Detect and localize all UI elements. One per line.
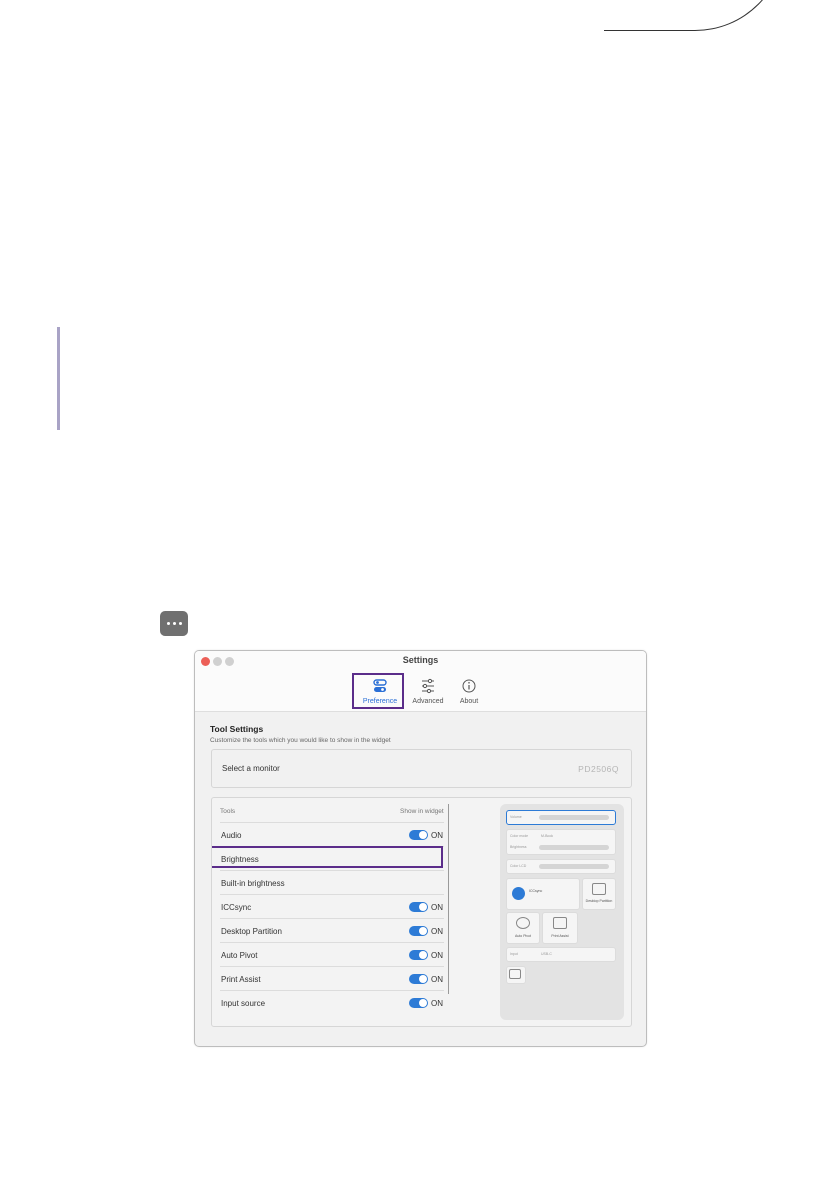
monitor-select[interactable]: Select a monitor PD2506Q [211,749,632,788]
tools-scrollbar[interactable] [448,804,449,994]
toggle-state-label: ON [431,951,443,960]
show-in-widget-toggle[interactable] [409,974,428,984]
show-in-widget-toggle[interactable] [409,830,428,840]
toggle-state-label: ON [431,975,443,984]
tool-row: Print Assist ON [220,966,444,991]
preview-extra-card [506,966,526,984]
dot-icon [166,622,170,625]
iccsync-icon [512,887,525,900]
sidebar-accent-line [57,327,60,430]
brightness-callout-highlight [212,846,443,868]
tab-callout-highlight [352,673,404,709]
preview-desktop-partition-card: Desktop Partition [582,878,616,910]
monitor-select-value: PD2506Q [578,764,619,774]
toggle-knob [419,903,427,911]
tool-name: Built-in brightness [221,879,285,888]
print-assist-icon [553,917,567,929]
toggle-state-label: ON [431,831,443,840]
preview-volume-card: Volume [506,810,616,825]
preview-iccsync-card: ICCsync [506,878,580,910]
preview-auto-pivot-label: Auto Pivot [515,934,531,938]
window-icon [509,969,521,979]
preview-color-mode-card: Color mode M-Book Brightness [506,829,616,855]
page-binding-arc [604,0,785,31]
preview-color-mode-value: M-Book [541,834,554,838]
monitor-select-label: Select a monitor [222,764,280,773]
preview-iccsync-label: ICCsync [529,889,543,893]
toggle-state-label: ON [431,903,443,912]
preview-volume-bar [539,815,609,820]
preview-input-value: USB-C [541,952,552,956]
desktop-partition-icon [592,883,606,895]
toggle-knob [419,951,427,959]
preview-volume-label: Volume [510,815,522,819]
window-titlebar: Settings Preference Advanced About [195,651,646,712]
toggle-knob [419,927,427,935]
preview-color-lcd-card: Color LCD [506,859,616,874]
tool-row: ICCsync ON [220,894,444,919]
tools-column-header: Tools [220,808,236,815]
show-in-widget-toggle[interactable] [409,926,428,936]
show-in-widget-column-header: Show in widget [400,808,444,815]
preview-color-mode-label: Color mode [510,834,529,838]
tab-label: About [459,698,479,705]
preview-brightness-bar [539,845,609,850]
toggle-knob [419,975,427,983]
preview-auto-pivot-card: Auto Pivot [506,912,540,944]
tool-name: Desktop Partition [221,927,282,936]
info-icon [462,679,476,693]
toggle-state-label: ON [431,999,443,1008]
tool-name: Auto Pivot [221,951,258,960]
toggle-knob [419,999,427,1007]
window-title: Settings [402,655,439,665]
section-subtitle: Customize the tools which you would like… [210,737,391,744]
preview-print-assist-label: Print Assist [551,934,569,938]
tool-row: Auto Pivot ON [220,942,444,967]
toggle-state-label: ON [431,927,443,936]
dot-icon [178,622,182,625]
preview-input-card: Input USB-C [506,947,616,962]
preview-brightness-label: Brightness [510,845,527,849]
tool-row: Desktop Partition ON [220,918,444,943]
show-in-widget-toggle[interactable] [409,950,428,960]
tool-name: ICCsync [221,903,252,912]
dot-icon [172,622,176,625]
tab-advanced[interactable]: Advanced [405,673,451,709]
sliders-icon [422,678,434,694]
tool-name: Audio [221,831,242,840]
preview-input-label: Input [510,952,518,956]
tab-about[interactable]: About [446,673,492,709]
tab-label: Advanced [412,698,444,705]
show-in-widget-toggle[interactable] [409,902,428,912]
settings-window: Settings Preference Advanced About Tool … [194,650,647,1047]
tool-row: Input source ON [220,990,444,1015]
tool-name: Print Assist [221,975,261,984]
preview-color-lcd-label: Color LCD [510,864,527,868]
widget-preview: Volume Color mode M-Book Brightness Colo… [500,804,624,1020]
preview-desktop-partition-label: Desktop Partition [585,899,613,903]
more-options-button[interactable] [160,611,188,636]
tool-row: Audio ON [220,822,444,847]
tool-row: Built-in brightness [220,870,444,895]
tools-panel: Tools Show in widget Audio ON Brightness Bu… [211,797,632,1027]
toggle-knob [419,831,427,839]
preview-print-assist-card: Print Assist [542,912,578,944]
tool-name: Input source [221,999,266,1008]
show-in-widget-toggle[interactable] [409,998,428,1008]
auto-pivot-icon [516,917,530,929]
preview-color-lcd-bar [539,864,609,869]
section-title: Tool Settings [210,724,264,734]
